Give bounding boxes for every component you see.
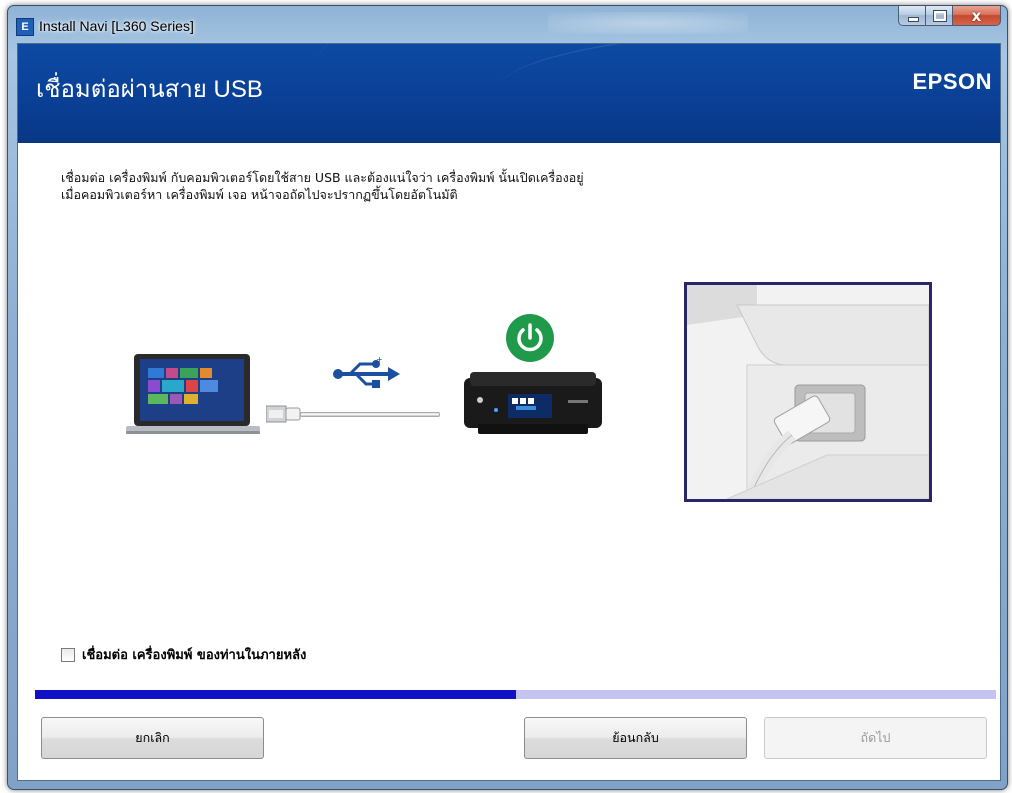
usb-plug-icon	[266, 405, 301, 423]
window-title: Install Navi [L360 Series]	[39, 18, 194, 34]
epson-logo: EPSON	[912, 69, 992, 94]
power-symbol-icon	[517, 323, 543, 352]
connect-later-option[interactable]: เชื่อมต่อ เครื่องพิมพ์ ของท่านในภายหลัง	[61, 644, 306, 665]
cancel-button[interactable]: ยกเลิก	[41, 717, 264, 759]
setup-progress-fill	[35, 690, 516, 699]
power-icon	[506, 314, 554, 362]
instruction-line-1: เชื่อมต่อ เครื่องพิมพ์ กับคอมพิวเตอร์โดย…	[61, 170, 584, 185]
setup-progress-bar	[35, 690, 996, 699]
app-icon: E	[16, 18, 34, 36]
laptop-icon	[126, 354, 260, 434]
usb-symbol-icon: +	[333, 356, 400, 388]
printer-icon	[464, 372, 602, 434]
usb-port-illustration	[687, 285, 929, 499]
connect-later-label[interactable]: เชื่อมต่อ เครื่องพิมพ์ ของท่านในภายหลัง	[82, 644, 306, 665]
svg-text:+: +	[376, 356, 383, 364]
close-icon: x	[971, 7, 982, 25]
usb-port-closeup	[684, 282, 932, 502]
instruction-line-2: เมื่อคอมพิวเตอร์หา เครื่องพิมพ์ เจอ หน้า…	[61, 187, 458, 202]
close-button[interactable]: x	[953, 6, 1001, 26]
title-glass-glow	[548, 12, 748, 34]
page-title: เชื่อมต่อผ่านสาย USB	[36, 76, 263, 103]
next-button[interactable]: ถัดไป	[764, 717, 987, 759]
back-button[interactable]: ย้อนกลับ	[524, 717, 747, 759]
usb-cable	[300, 412, 440, 417]
caption-buttons: x	[898, 6, 1001, 26]
minimize-button[interactable]	[898, 6, 926, 26]
header-banner: เชื่อมต่อผ่านสาย USB EPSON	[18, 44, 1000, 143]
maximize-button[interactable]	[926, 6, 953, 26]
client-area: เชื่อมต่อผ่านสาย USB EPSON เชื่อมต่อ เคร…	[17, 43, 1001, 781]
title-bar[interactable]: E Install Navi [L360 Series] x	[8, 6, 1007, 44]
instructions: เชื่อมต่อ เครื่องพิมพ์ กับคอมพิวเตอร์โดย…	[61, 169, 941, 203]
connect-later-checkbox[interactable]	[61, 647, 75, 662]
